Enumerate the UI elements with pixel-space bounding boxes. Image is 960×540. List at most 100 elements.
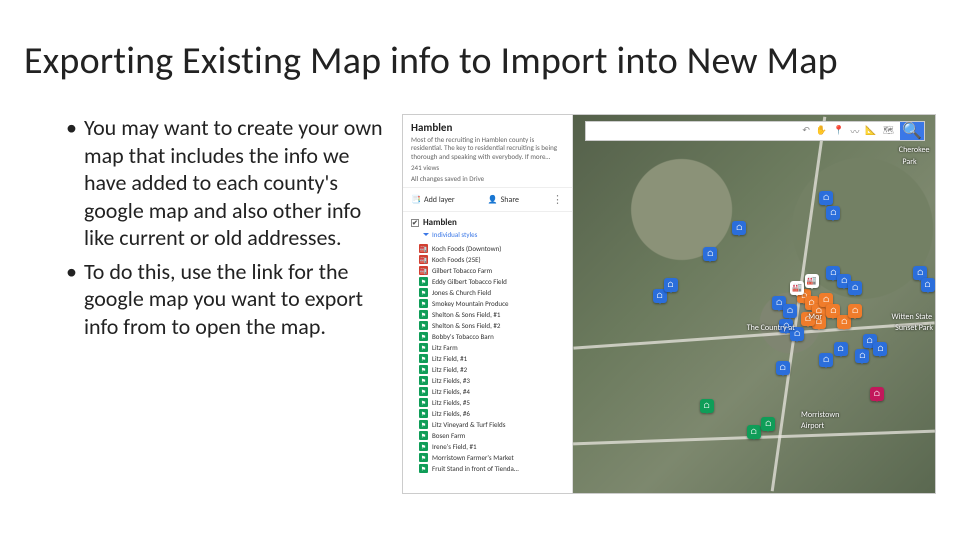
slide-title: Exporting Existing Map info to Import in… bbox=[24, 38, 936, 84]
layer-item-marker-icon: ⚑ bbox=[419, 354, 428, 363]
layer-item[interactable]: ⚑ Eddy Gilbert Tobacco Field bbox=[419, 276, 568, 287]
toolbar-tool-icon[interactable]: 〰 bbox=[850, 125, 859, 138]
map-saved-status: All changes saved in Drive bbox=[411, 174, 564, 183]
style-selector[interactable]: Individual styles bbox=[403, 230, 572, 243]
share-label: Share bbox=[501, 195, 519, 205]
layer-item[interactable]: ⚑Fruit Stand in front of Tienda… bbox=[419, 463, 568, 474]
map-place-label: The Country at bbox=[747, 323, 795, 333]
layer-item[interactable]: ⚑Shelton & Sons Field, #1 bbox=[419, 309, 568, 320]
map-pin[interactable]: ⌂ bbox=[761, 417, 775, 431]
layer-item[interactable]: ⚑Litz Fields, #5 bbox=[419, 397, 568, 408]
map-pin[interactable]: 🏭 bbox=[790, 281, 804, 295]
toolbar-tool-icon[interactable]: ✋ bbox=[816, 125, 827, 138]
layer-item-label: Shelton & Sons Field, #1 bbox=[432, 310, 500, 319]
layer-item-label: Litz Fields, #4 bbox=[432, 387, 470, 396]
layer-item-marker-icon: ⚑ bbox=[419, 343, 428, 352]
layer-item[interactable]: ⚑ Litz Fields, #4 bbox=[419, 386, 568, 397]
map-pin[interactable]: ⌂ bbox=[826, 206, 840, 220]
map-title[interactable]: Hamblen bbox=[411, 121, 564, 134]
map-description: Most of the recruiting in Hamblen county… bbox=[411, 136, 564, 161]
layer-item-label: Litz Farm bbox=[432, 343, 458, 352]
map-pin[interactable]: ⌂ bbox=[870, 387, 884, 401]
map-pin[interactable]: 🏭 bbox=[805, 274, 819, 288]
layer-item-label: Koch Foods (25E) bbox=[432, 255, 481, 264]
map-pin[interactable]: ⌂ bbox=[732, 221, 746, 235]
map-toolbar: ↶ ✋ 📍 〰 📐 🗺 🔍 bbox=[585, 121, 925, 141]
map-place-label: Sunset Park bbox=[895, 323, 933, 333]
layer-item-label: Fruit Stand in front of Tienda… bbox=[432, 464, 519, 473]
layer-item-marker-icon: 🏭 bbox=[419, 266, 428, 275]
map-pin[interactable]: ⌂ bbox=[664, 278, 678, 292]
layer-item-label: Shelton & Sons Field, #2 bbox=[432, 321, 500, 330]
layer-item[interactable]: ⚑Smokey Mountain Produce bbox=[419, 298, 568, 309]
layer-item[interactable]: ⚑Morristown Farmer's Market bbox=[419, 452, 568, 463]
layer-item-marker-icon: ⚑ bbox=[419, 376, 428, 385]
map-sidebar: Hamblen Most of the recruiting in Hamble… bbox=[403, 115, 573, 493]
layer-item[interactable]: ⚑Shelton & Sons Field, #2 bbox=[419, 320, 568, 331]
layer-item-marker-icon: ⚑ bbox=[419, 409, 428, 418]
layer-item-label: Bosen Farm bbox=[432, 431, 465, 440]
toolbar-tool-icon[interactable]: 🗺 bbox=[883, 125, 894, 138]
map-place-label: Airport bbox=[801, 421, 824, 431]
map-canvas[interactable]: ⌂⌂⌂⌂⌂⌂⌂⌂⌂⌂⌂⌂⌂⌂⌂⌂⌂⌂⌂⌂⌂⌂⌂⌂⌂⌂⌂⌂⌂⌂🏭🏭⌂⌂⌂⌂ The… bbox=[573, 115, 935, 493]
layer-item[interactable]: 🏭 Gilbert Tobacco Farm bbox=[419, 265, 568, 276]
layer-item[interactable]: ⚑ Litz Field, #1 bbox=[419, 353, 568, 364]
toolbar-tool-icon[interactable]: 📍 bbox=[833, 125, 844, 138]
layer-item-marker-icon: ⚑ bbox=[419, 332, 428, 341]
toolbar-tools: ↶ ✋ 📍 〰 📐 🗺 bbox=[796, 125, 900, 138]
layer-item[interactable]: ⚑ Litz Vineyard & Turf Fields bbox=[419, 419, 568, 430]
toolbar-tool-icon[interactable]: ↶ bbox=[802, 125, 810, 138]
map-pin[interactable]: ⌂ bbox=[834, 342, 848, 356]
sidebar-tools: 📑 Add layer 👤 Share ⋮ bbox=[403, 187, 572, 212]
map-place-label: Morristown bbox=[801, 410, 839, 420]
layer-item[interactable]: ⚑Litz Fields, #3 bbox=[419, 375, 568, 386]
layer-item[interactable]: ⚑ Bobby's Tobacco Barn bbox=[419, 331, 568, 342]
map-pin[interactable]: ⌂ bbox=[873, 342, 887, 356]
layer-item[interactable]: 🏭 Koch Foods (25E) bbox=[419, 254, 568, 265]
layer-title-row[interactable]: Hamblen bbox=[403, 212, 572, 230]
bullet-item: You may want to create your own map that… bbox=[84, 114, 384, 252]
map-pin[interactable]: ⌂ bbox=[776, 361, 790, 375]
layer-item-label: Eddy Gilbert Tobacco Field bbox=[432, 277, 507, 286]
style-label: Individual styles bbox=[432, 230, 477, 239]
layer-item[interactable]: 🏭Koch Foods (Downtown) bbox=[419, 243, 568, 254]
layer-item-label: Litz Field, #1 bbox=[432, 354, 467, 363]
layer-checkbox-icon[interactable] bbox=[411, 219, 419, 227]
layer-item-label: Bobby's Tobacco Barn bbox=[432, 332, 494, 341]
layer-item-label: Litz Fields, #6 bbox=[432, 409, 470, 418]
map-pin[interactable]: ⌂ bbox=[848, 304, 862, 318]
map-views: 241 views bbox=[411, 163, 564, 172]
add-layer-button[interactable]: 📑 Add layer bbox=[411, 195, 455, 205]
layer-item[interactable]: ⚑Litz Field, #2 bbox=[419, 364, 568, 375]
layer-item[interactable]: ⚑Jones & Church Field bbox=[419, 287, 568, 298]
map-pin[interactable]: ⌂ bbox=[700, 399, 714, 413]
layer-item-label: Gilbert Tobacco Farm bbox=[432, 266, 492, 275]
layer-item-label: Morristown Farmer's Market bbox=[432, 453, 514, 462]
layer-item-marker-icon: ⚑ bbox=[419, 420, 428, 429]
map-pin[interactable]: ⌂ bbox=[848, 281, 862, 295]
search-button[interactable]: 🔍 bbox=[900, 122, 924, 140]
map-pin[interactable]: ⌂ bbox=[819, 353, 833, 367]
map-pin[interactable]: ⌂ bbox=[819, 191, 833, 205]
layer-item-marker-icon: ⚑ bbox=[419, 277, 428, 286]
map-pin[interactable]: ⌂ bbox=[921, 278, 935, 292]
layer-items-list[interactable]: 🏭Koch Foods (Downtown)🏭Koch Foods (25E)🏭… bbox=[403, 243, 572, 493]
layer-item-marker-icon: ⚑ bbox=[419, 365, 428, 374]
map-pin[interactable]: ⌂ bbox=[783, 304, 797, 318]
layer-item[interactable]: ⚑ Litz Farm bbox=[419, 342, 568, 353]
toolbar-tool-icon[interactable]: 📐 bbox=[865, 125, 876, 138]
map-pin[interactable]: ⌂ bbox=[703, 247, 717, 261]
map-pin[interactable]: ⌂ bbox=[747, 425, 761, 439]
layer-item-label: Koch Foods (Downtown) bbox=[432, 244, 501, 253]
layer-item[interactable]: ⚑Irene's Field, #1 bbox=[419, 441, 568, 452]
layer-item-label: Litz Vineyard & Turf Fields bbox=[432, 420, 505, 429]
layer-item[interactable]: ⚑Bosen Farm bbox=[419, 430, 568, 441]
layer-item-label: Smokey Mountain Produce bbox=[432, 299, 509, 308]
share-button[interactable]: 👤 Share bbox=[488, 195, 519, 205]
layer-item-marker-icon: 🏭 bbox=[419, 255, 428, 264]
slide-body: You may want to create your own map that… bbox=[24, 114, 936, 494]
layer-item-marker-icon: ⚑ bbox=[419, 387, 428, 396]
layer-item[interactable]: ⚑ Litz Fields, #6 bbox=[419, 408, 568, 419]
more-menu-icon[interactable]: ⋮ bbox=[552, 193, 564, 206]
sidebar-header: Hamblen Most of the recruiting in Hamble… bbox=[403, 115, 572, 187]
